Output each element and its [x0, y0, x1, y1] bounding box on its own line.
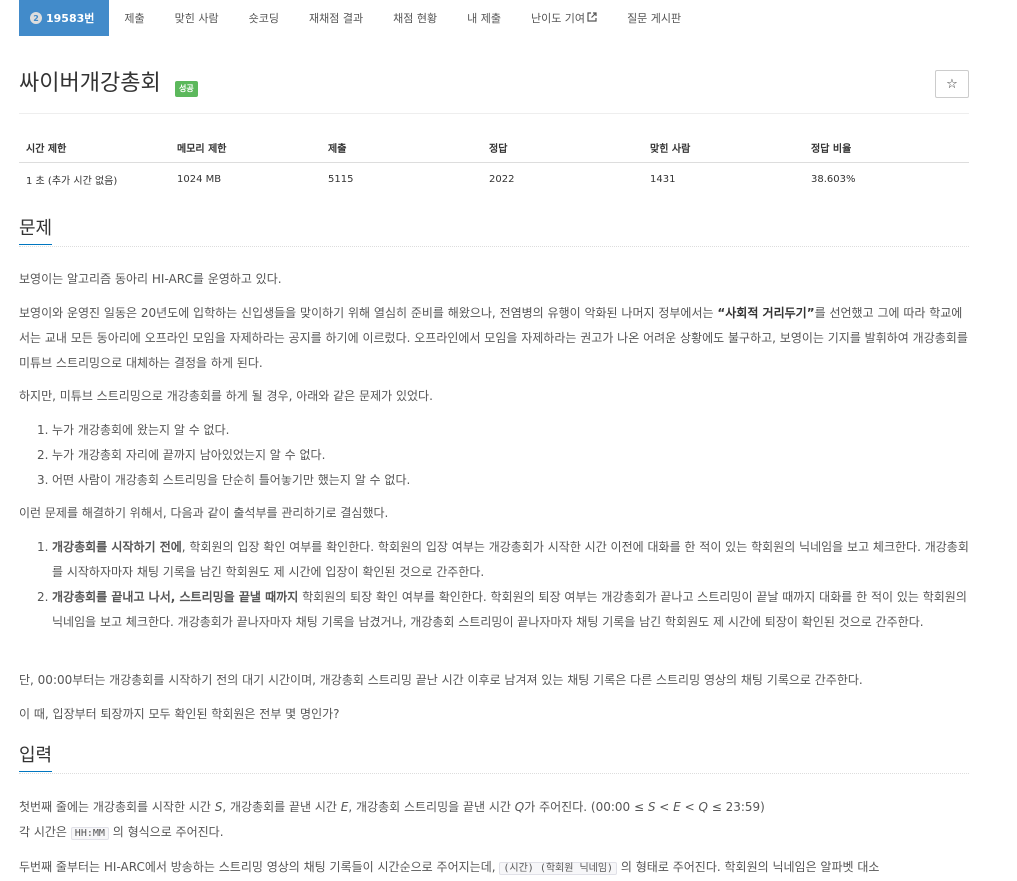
divider: [19, 113, 969, 114]
problem-paragraph: 보영이와 운영진 일동은 20년도에 입학하는 신입생들을 맞이하기 위해 열심…: [19, 306, 968, 370]
submissions-value: 5115: [328, 174, 354, 185]
problem-paragraph: 단, 00:00부터는 개강총회를 시작하기 전의 대기 시간이며, 개강총회 …: [19, 673, 863, 687]
problem-tabs: 2 19583번 제출 맞힌 사람 숏코딩 재채점 결과 채점 현황 내 제출 …: [19, 0, 696, 36]
table-row: 1 초 (추가 시간 없음) 1024 MB 5115 2022 1431 38…: [19, 163, 969, 194]
accepted-value: 2022: [489, 174, 515, 185]
tab-short-coding[interactable]: 숏코딩: [234, 0, 294, 36]
ratio-value: 38.603%: [811, 174, 856, 185]
input-paragraph: 두번째 줄부터는 HI-ARC에서 방송하는 스트리밍 영상의 채팅 기록들이 …: [19, 860, 880, 875]
tab-label: 난이도 기여: [530, 12, 586, 25]
section-header-problem: 문제: [19, 216, 969, 247]
tab-submit[interactable]: 제출: [109, 0, 159, 36]
tab-label: 19583번: [46, 12, 95, 25]
tab-problem[interactable]: 2 19583번: [19, 0, 110, 36]
problem-paragraph: 하지만, 미튜브 스트리밍으로 개강총회를 하게 될 경우, 아래와 같은 문제…: [19, 389, 433, 403]
header-accepted: 정답: [482, 134, 643, 163]
problem-paragraph: 보영이는 알고리즘 동아리 HI-ARC를 운영하고 있다.: [19, 272, 282, 286]
problem-title: 싸이버개강총회: [19, 71, 161, 96]
title-row: 싸이버개강총회 성공 ☆: [19, 70, 969, 100]
list-item: 1. 개강총회를 시작하기 전에, 학회원의 입장 확인 여부를 확인한다. 학회…: [37, 540, 969, 579]
external-link-icon: [587, 11, 597, 25]
tab-board[interactable]: 질문 게시판: [612, 0, 696, 36]
tier-icon: 2: [30, 12, 42, 24]
list-item: 2. 개강총회를 끝내고 나서, 스트리밍을 끝낼 때까지 학회원의 퇴장 확인 …: [37, 590, 967, 629]
header-ratio: 정답 비율: [804, 134, 969, 163]
code-snippet: (시간) (학회원 닉네임): [499, 862, 618, 875]
tab-status[interactable]: 채점 현황: [378, 0, 452, 36]
section-header-input: 입력: [19, 743, 969, 774]
status-badge: 성공: [175, 81, 198, 97]
section-title: 문제: [19, 216, 53, 245]
input-paragraph: 첫번째 줄에는 개강총회를 시작한 시간 S, 개강총회를 끝낸 시간 E, 개…: [19, 800, 765, 840]
tab-my-submissions[interactable]: 내 제출: [452, 0, 516, 36]
star-button[interactable]: ☆: [935, 70, 969, 98]
header-solved-users: 맞힌 사람: [643, 134, 804, 163]
problem-info-table: 시간 제한 메모리 제한 제출 정답 맞힌 사람 정답 비율 1 초 (추가 시…: [19, 134, 969, 193]
memory-limit-value: 1024 MB: [177, 174, 222, 185]
problem-paragraph: 이런 문제를 해결하기 위해서, 다음과 같이 출석부를 관리하기로 결심했다.: [19, 506, 389, 520]
header-submissions: 제출: [321, 134, 482, 163]
rule-list: 1. 개강총회를 시작하기 전에, 학회원의 입장 확인 여부를 확인한다. 학회…: [19, 535, 969, 635]
issue-list: 1. 누가 개강총회에 왔는지 알 수 없다. 2. 누가 개강총회 자리에 끝까지…: [19, 418, 969, 493]
code-snippet: HH:MM: [70, 827, 109, 840]
header-memory-limit: 메모리 제한: [170, 134, 321, 163]
list-item: 3. 어떤 사람이 개강총회 스트리밍을 단순히 틀어놓기만 했는지 알 수 없다…: [37, 473, 411, 487]
solved-users-value: 1431: [650, 174, 676, 185]
list-item: 2. 누가 개강총회 자리에 끝까지 남아있었는지 알 수 없다.: [37, 448, 326, 462]
header-time-limit: 시간 제한: [19, 134, 170, 163]
tab-difficulty[interactable]: 난이도 기여: [516, 0, 612, 36]
tab-solved-users[interactable]: 맞힌 사람: [160, 0, 234, 36]
list-item: 1. 누가 개강총회에 왔는지 알 수 없다.: [37, 423, 230, 437]
tab-rejudge[interactable]: 재채점 결과: [294, 0, 378, 36]
time-limit-value: 1 초 (추가 시간 없음): [26, 176, 118, 187]
star-icon: ☆: [946, 76, 958, 92]
problem-paragraph: 이 때, 입장부터 퇴장까지 모두 확인된 학회원은 전부 몇 명인가?: [19, 707, 340, 721]
section-title: 입력: [19, 743, 53, 772]
table-header-row: 시간 제한 메모리 제한 제출 정답 맞힌 사람 정답 비율: [19, 134, 969, 163]
